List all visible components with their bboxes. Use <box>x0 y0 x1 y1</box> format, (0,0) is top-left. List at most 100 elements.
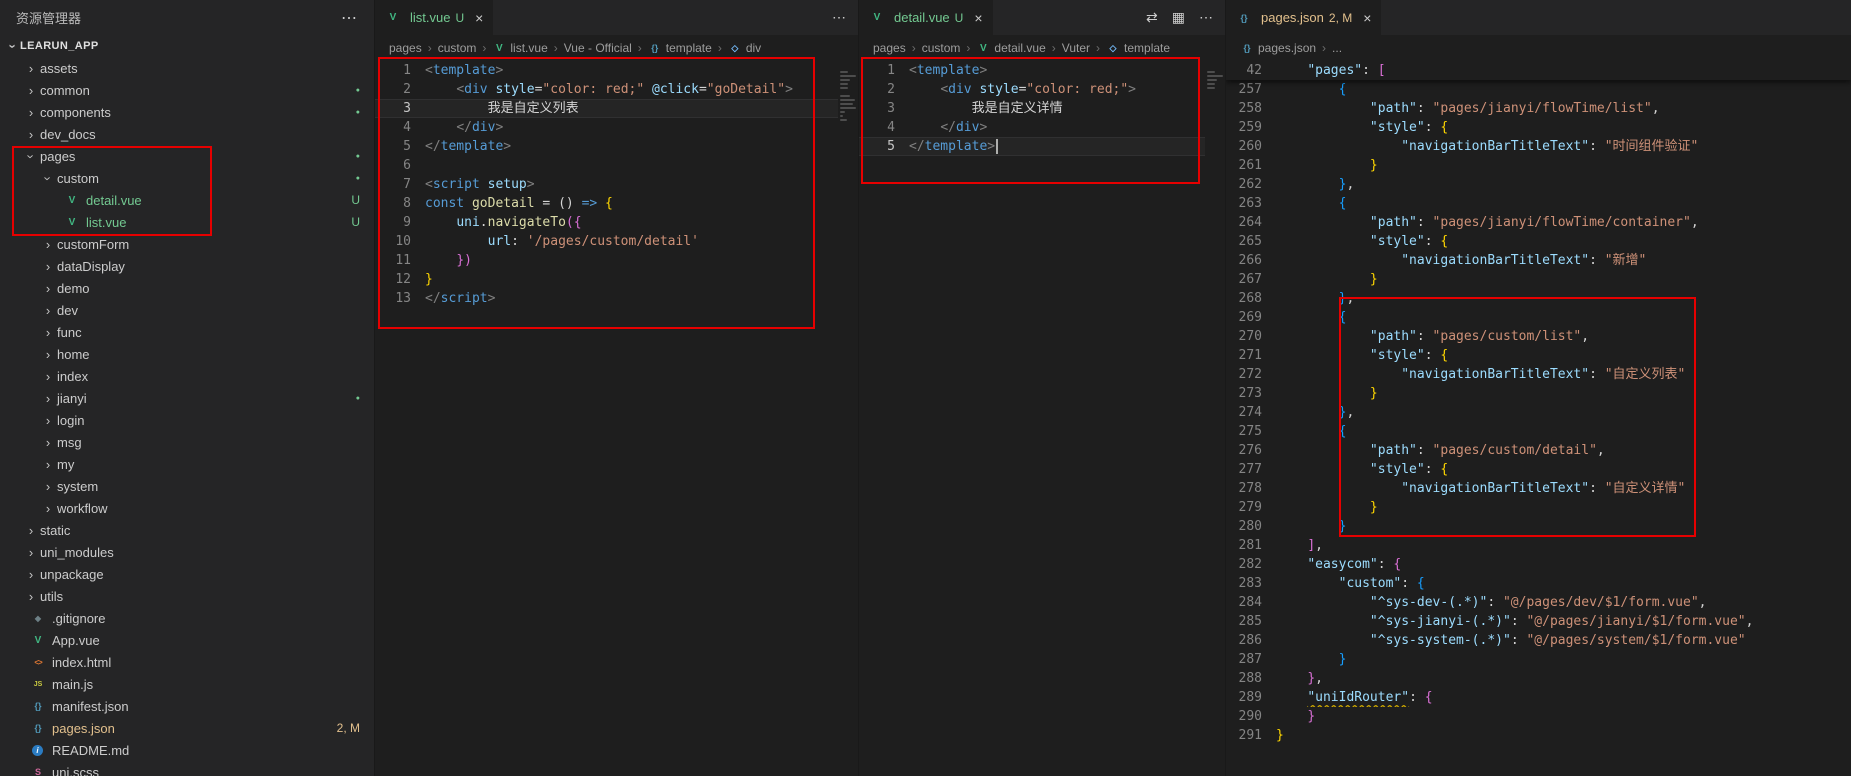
tree-item-func[interactable]: ›func <box>0 321 374 343</box>
close-icon[interactable]: × <box>1363 10 1371 26</box>
minimap[interactable] <box>838 61 858 776</box>
tree-item-jianyi[interactable]: ›jianyi● <box>0 387 374 409</box>
tree-item-login[interactable]: ›login <box>0 409 374 431</box>
breadcrumb-item[interactable]: detail.vue <box>994 41 1045 55</box>
breadcrumb-item[interactable]: pages <box>873 41 906 55</box>
compare-icon[interactable]: ⇄ <box>1146 9 1158 26</box>
tree-item-label: static <box>40 523 70 538</box>
line-number: 266 <box>1226 251 1276 270</box>
chevron-right-icon: › <box>41 369 55 384</box>
code-text: "^sys-jianyi-(.*)": "@/pages/jianyi/$1/f… <box>1276 612 1851 631</box>
tree-item-label: .gitignore <box>52 611 105 626</box>
breadcrumb-item[interactable]: div <box>746 41 761 55</box>
tree-item-customForm[interactable]: ›customForm <box>0 233 374 255</box>
code-line: 259 "style": { <box>1226 118 1851 137</box>
breadcrumb-item[interactable]: template <box>1124 41 1170 55</box>
line-number: 284 <box>1226 593 1276 612</box>
json-file-icon: {} <box>1236 10 1252 26</box>
tree-item-dev[interactable]: ›dev <box>0 299 374 321</box>
chevron-right-icon: › <box>41 479 55 494</box>
code-text: 我是自定义列表 <box>425 99 838 118</box>
breadcrumb-item[interactable]: ... <box>1332 41 1342 55</box>
code-text: "navigationBarTitleText": "自定义详情" <box>1276 479 1851 498</box>
code-line: 286 "^sys-system-(.*)": "@/pages/system/… <box>1226 631 1851 650</box>
code-line: 5</template> <box>375 137 838 156</box>
tree-item-utils[interactable]: ›utils <box>0 585 374 607</box>
tree-item-main.js[interactable]: JSmain.js <box>0 673 374 695</box>
breadcrumb-item[interactable]: pages.json <box>1258 41 1316 55</box>
line-number: 277 <box>1226 460 1276 479</box>
breadcrumb-item[interactable]: Vue - Official <box>564 41 632 55</box>
tree-item-App.vue[interactable]: VApp.vue <box>0 629 374 651</box>
chevron-right-icon: › <box>24 589 38 604</box>
tab-detail.vue[interactable]: Vdetail.vueU× <box>859 0 994 35</box>
tree-item-label: unpackage <box>40 567 104 582</box>
tree-item-msg[interactable]: ›msg <box>0 431 374 453</box>
vscode-window: 资源管理器 ⋯ › LEARUN_APP ›assets›common●›com… <box>0 0 1851 776</box>
tree-item-detail.vue[interactable]: Vdetail.vueU <box>0 189 374 211</box>
tree-item-common[interactable]: ›common● <box>0 79 374 101</box>
code-line: 290 } <box>1226 707 1851 726</box>
editor-actions <box>1839 0 1851 35</box>
tree-item-uni.scss[interactable]: Suni.scss <box>0 761 374 776</box>
code-editor[interactable]: 1<template>2 <div style="color: red;" @c… <box>375 61 838 776</box>
code-line: 271 "style": { <box>1226 346 1851 365</box>
tree-item-dataDisplay[interactable]: ›dataDisplay <box>0 255 374 277</box>
chevron-right-icon: › <box>41 259 55 274</box>
breadcrumb-item[interactable]: custom <box>438 41 477 55</box>
tree-item-README.md[interactable]: iREADME.md <box>0 739 374 761</box>
line-number: 272 <box>1226 365 1276 384</box>
more-actions-icon[interactable]: ⋯ <box>341 8 358 28</box>
breadcrumb-item[interactable]: Vuter <box>1062 41 1090 55</box>
code-editor[interactable]: 42 "pages": [257 {258 "path": "pages/jia… <box>1226 61 1851 776</box>
workspace-root[interactable]: › LEARUN_APP <box>0 35 374 57</box>
tree-item-label: func <box>57 325 82 340</box>
tree-item-label: system <box>57 479 98 494</box>
minimap[interactable] <box>1205 61 1225 776</box>
line-number: 269 <box>1226 308 1276 327</box>
tree-item-manifest.json[interactable]: {}manifest.json <box>0 695 374 717</box>
tab-list.vue[interactable]: Vlist.vueU× <box>375 0 494 35</box>
more-icon[interactable]: ⋯ <box>832 9 846 26</box>
tree-item-dev_docs[interactable]: ›dev_docs <box>0 123 374 145</box>
tree-item-components[interactable]: ›components● <box>0 101 374 123</box>
tree-item-pages.json[interactable]: {}pages.json2, M <box>0 717 374 739</box>
tree-item-pages[interactable]: ›pages● <box>0 145 374 167</box>
tab-bar: {}pages.json2, M× <box>1226 0 1851 35</box>
tree-item-unpackage[interactable]: ›unpackage <box>0 563 374 585</box>
tree-item-label: dev <box>57 303 78 318</box>
tree-item-assets[interactable]: ›assets <box>0 57 374 79</box>
breadcrumb-item[interactable]: custom <box>922 41 961 55</box>
tree-item-list.vue[interactable]: Vlist.vueU <box>0 211 374 233</box>
chevron-down-icon: › <box>6 39 21 53</box>
close-icon[interactable]: × <box>974 10 982 26</box>
breadcrumb-item[interactable]: pages <box>389 41 422 55</box>
tree-item-home[interactable]: ›home <box>0 343 374 365</box>
tree-item-static[interactable]: ›static <box>0 519 374 541</box>
tree-item-custom[interactable]: ›custom● <box>0 167 374 189</box>
line-number: 291 <box>1226 726 1276 745</box>
code-text: } <box>1276 156 1851 175</box>
tree-item-my[interactable]: ›my <box>0 453 374 475</box>
breadcrumb-item[interactable]: template <box>666 41 712 55</box>
tree-item-index[interactable]: ›index <box>0 365 374 387</box>
tree-item-workflow[interactable]: ›workflow <box>0 497 374 519</box>
close-icon[interactable]: × <box>475 10 483 26</box>
tree-item-.gitignore[interactable]: ◆.gitignore <box>0 607 374 629</box>
tree-item-index.html[interactable]: <>index.html <box>0 651 374 673</box>
tab-pages.json[interactable]: {}pages.json2, M× <box>1226 0 1382 35</box>
code-line: 1<template> <box>859 61 1205 80</box>
tree-item-uni_modules[interactable]: ›uni_modules <box>0 541 374 563</box>
chevron-right-icon: › <box>41 237 55 252</box>
line-number: 264 <box>1226 213 1276 232</box>
tree-item-label: customForm <box>57 237 129 252</box>
code-line: 257 { <box>1226 80 1851 99</box>
tree-item-system[interactable]: ›system <box>0 475 374 497</box>
code-editor[interactable]: 1<template>2 <div style="color: red;">3 … <box>859 61 1205 776</box>
breadcrumb-item[interactable]: list.vue <box>510 41 547 55</box>
git-status-badge: U <box>955 11 964 25</box>
tree-item-demo[interactable]: ›demo <box>0 277 374 299</box>
more-icon[interactable]: ⋯ <box>1199 9 1213 26</box>
line-number: 276 <box>1226 441 1276 460</box>
layout-icon[interactable]: ▦ <box>1172 9 1185 26</box>
